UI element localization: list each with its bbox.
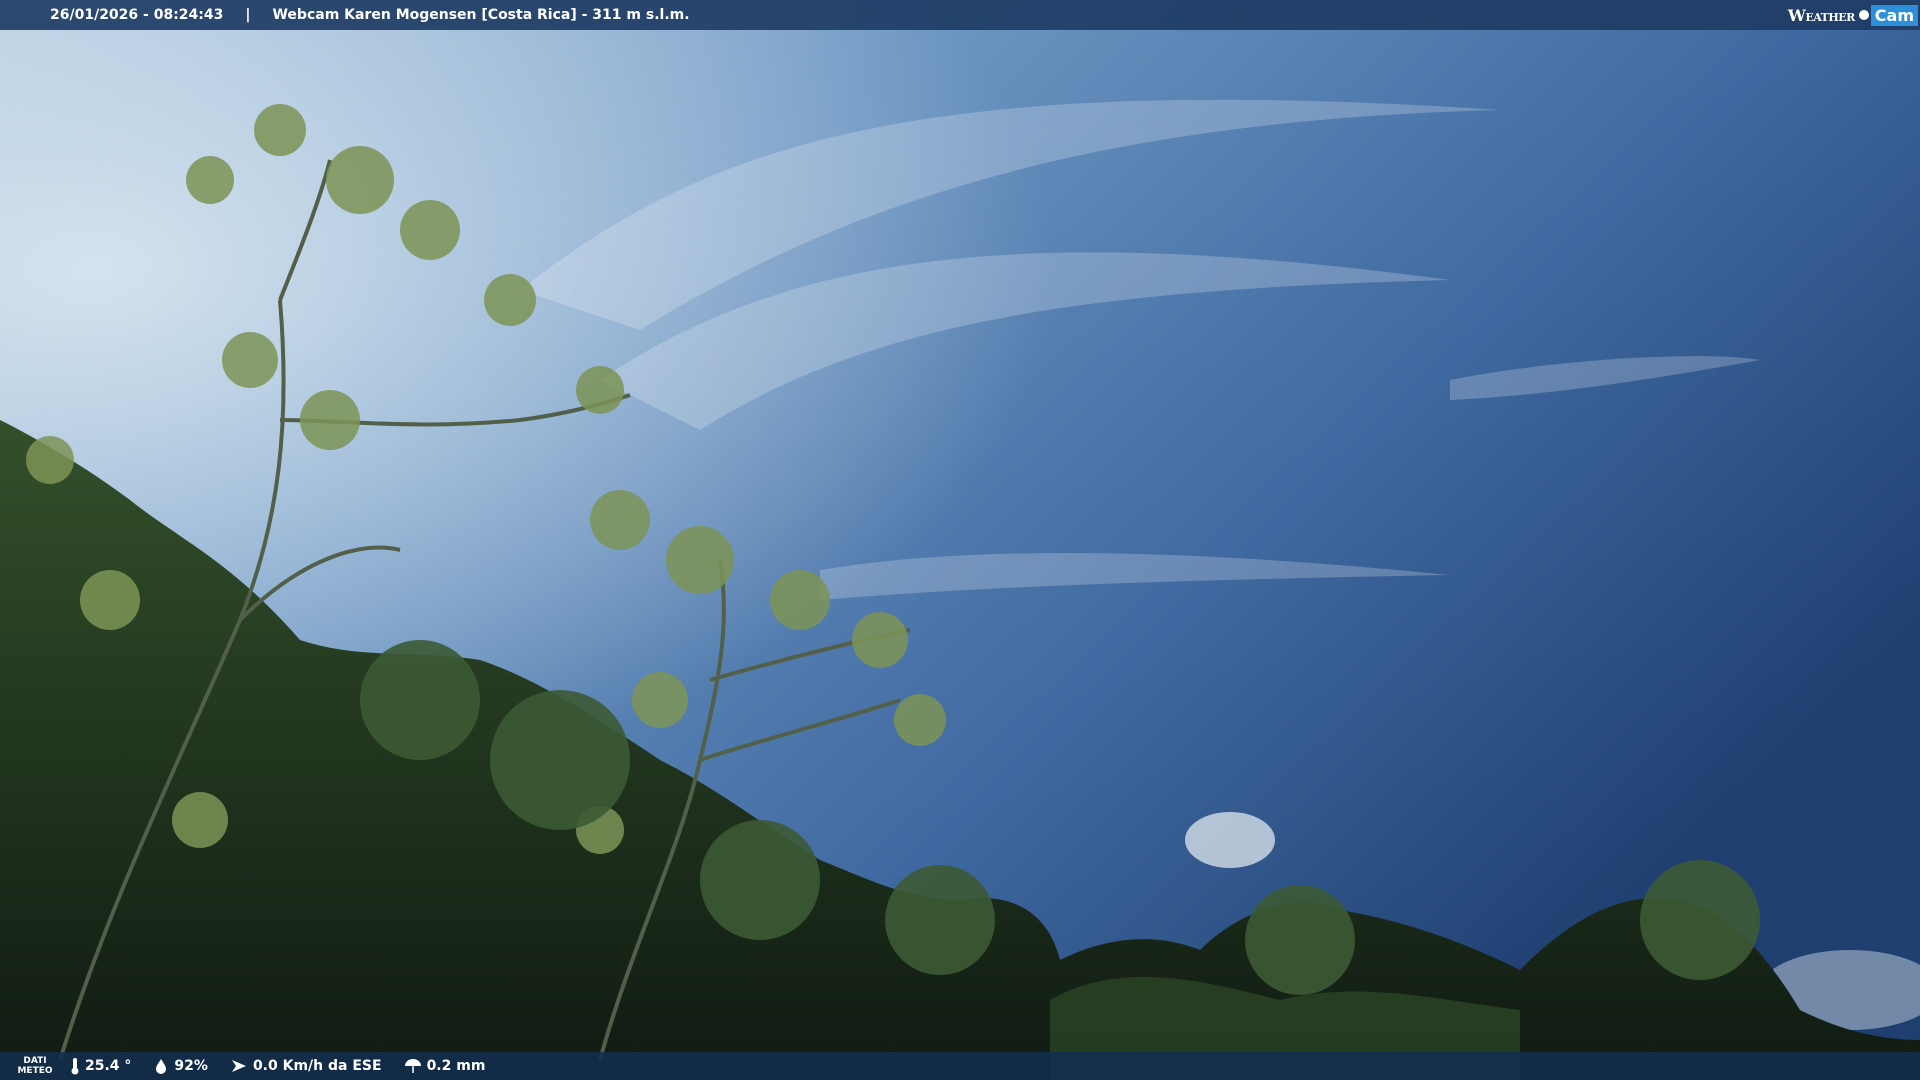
timestamp: 26/01/2026 - 08:24:43 [50, 7, 224, 23]
wind-readout: 0.0 Km/h da ESE [230, 1058, 382, 1074]
rain-readout: 0.2 mm [404, 1058, 486, 1074]
rain-value: 0.2 mm [426, 1058, 486, 1074]
thermometer-icon [71, 1058, 79, 1075]
weather-data-bar: DATI METEO 25.4 ° 92% 0.0 Km/h da ESE 0.… [0, 1052, 1920, 1080]
humidity-icon [156, 1059, 167, 1074]
webcam-title: Webcam Karen Mogensen [Costa Rica] - 311… [272, 7, 690, 23]
top-info-bar: 26/01/2026 - 08:24:43 | Webcam Karen Mog… [0, 0, 1920, 30]
weathercam-logo[interactable]: Weather Cam [1782, 2, 1918, 28]
wind-value: 0.0 Km/h da ESE [252, 1058, 382, 1074]
logo-dot-icon [1858, 10, 1869, 20]
rain-icon [404, 1059, 421, 1073]
temperature-readout: 25.4 ° [70, 1057, 131, 1075]
separator: | [245, 7, 251, 23]
humidity-readout: 92% [153, 1058, 208, 1074]
webcam-image [0, 0, 1920, 1080]
dati-meteo-label[interactable]: DATI METEO [0, 1056, 70, 1076]
logo-word-weather: Weather [1787, 5, 1855, 25]
temperature-value: 25.4 ° [85, 1058, 132, 1074]
logo-word-cam: Cam [1870, 4, 1918, 26]
humidity-value: 92% [174, 1058, 208, 1074]
wind-icon [231, 1060, 246, 1072]
